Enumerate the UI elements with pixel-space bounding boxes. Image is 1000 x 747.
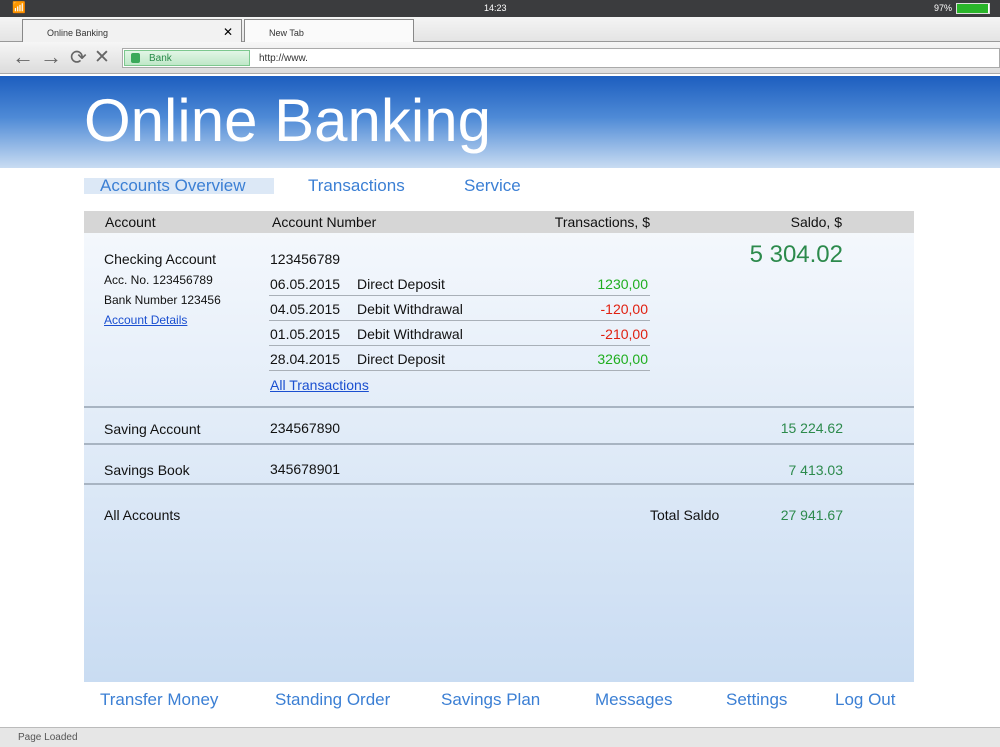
system-status-bar: 📶 14:23 97%: [0, 0, 1000, 17]
browser-toolbar: ← → ⟳ ✕ Bank http://www.: [0, 42, 1000, 74]
transaction-amount: -210,00: [600, 326, 648, 342]
account-details-link[interactable]: Account Details: [104, 313, 187, 327]
all-transactions-link[interactable]: All Transactions: [270, 377, 369, 393]
col-transactions: Transactions, $: [554, 214, 650, 230]
url-text[interactable]: http://www.: [259, 53, 308, 64]
account-name: Saving Account: [104, 421, 201, 437]
nav-standing-order[interactable]: Standing Order: [275, 690, 390, 710]
tab-new-tab[interactable]: New Tab: [244, 19, 414, 42]
total-saldo-value: 27 941.67: [780, 507, 843, 523]
transaction-divider: [269, 320, 650, 321]
tab-bar: Online Banking ✕ New Tab: [0, 17, 1000, 42]
account-number: 345678901: [270, 461, 341, 477]
lock-icon: [131, 53, 140, 63]
nav-service[interactable]: Service: [464, 176, 521, 196]
secure-site-badge: Bank: [124, 50, 250, 66]
stop-icon[interactable]: ✕: [94, 46, 110, 69]
transaction-date: 28.04.2015: [270, 351, 341, 367]
clock: 14:23: [484, 3, 507, 13]
page-title: Online Banking: [84, 87, 491, 154]
transaction-divider: [269, 370, 650, 371]
reload-icon[interactable]: ⟳: [70, 45, 87, 70]
tab-label: Online Banking: [47, 28, 109, 38]
battery-percent: 97%: [934, 3, 953, 13]
forward-icon[interactable]: →: [40, 44, 62, 70]
account-name: Savings Book: [104, 462, 190, 478]
nav-transfer-money[interactable]: Transfer Money: [100, 690, 218, 710]
account-acc-no: Acc. No. 123456789: [104, 273, 213, 287]
transaction-amount: -120,00: [600, 301, 648, 317]
col-account: Account: [105, 214, 156, 230]
browser-status-bar: Page Loaded: [0, 727, 1000, 747]
transaction-date: 06.05.2015: [270, 276, 341, 292]
transaction-divider: [269, 295, 650, 296]
row-divider: [84, 406, 914, 408]
nav-messages[interactable]: Messages: [595, 690, 672, 710]
table-header: Account Account Number Transactions, $ S…: [84, 211, 914, 233]
account-saldo: 15 224.62: [780, 420, 843, 436]
account-name: Checking Account: [104, 251, 217, 267]
transaction-date: 01.05.2015: [270, 326, 341, 342]
transaction-description: Debit Withdrawal: [357, 301, 463, 317]
nav-transactions[interactable]: Transactions: [308, 176, 405, 196]
nav-savings-plan[interactable]: Savings Plan: [441, 690, 540, 710]
nav-log-out[interactable]: Log Out: [835, 690, 896, 710]
site-name: Bank: [149, 53, 172, 64]
close-tab-icon[interactable]: ✕: [223, 25, 233, 39]
transaction-description: Direct Deposit: [357, 351, 445, 367]
col-account-number: Account Number: [272, 214, 377, 230]
account-saldo: 7 413.03: [788, 462, 844, 478]
back-icon[interactable]: ←: [12, 44, 34, 70]
account-number: 123456789: [270, 251, 341, 267]
transaction-description: Direct Deposit: [357, 276, 445, 292]
address-bar[interactable]: Bank http://www.: [122, 48, 1000, 68]
transaction-date: 04.05.2015: [270, 301, 341, 317]
tab-online-banking[interactable]: Online Banking ✕: [22, 19, 242, 42]
all-accounts-label: All Accounts: [104, 507, 181, 523]
tab-label: New Tab: [269, 28, 304, 38]
transaction-divider: [269, 345, 650, 346]
transaction-amount: 1230,00: [597, 276, 648, 292]
nav-settings[interactable]: Settings: [726, 690, 787, 710]
row-divider: [84, 483, 914, 485]
account-bank-no: Bank Number 123456: [104, 293, 221, 307]
battery-icon: [956, 3, 990, 14]
page-header: Online Banking: [0, 76, 1000, 168]
account-number: 234567890: [270, 420, 341, 436]
transaction-amount: 3260,00: [597, 351, 648, 367]
account-saldo: 5 304.02: [749, 241, 843, 268]
total-saldo-label: Total Saldo: [650, 507, 720, 523]
status-text: Page Loaded: [18, 732, 78, 743]
col-saldo: Saldo, $: [790, 214, 842, 230]
nav-accounts-overview[interactable]: Accounts Overview: [100, 176, 246, 196]
wifi-icon: 📶: [12, 2, 26, 14]
row-divider: [84, 443, 914, 445]
transaction-description: Debit Withdrawal: [357, 326, 463, 342]
